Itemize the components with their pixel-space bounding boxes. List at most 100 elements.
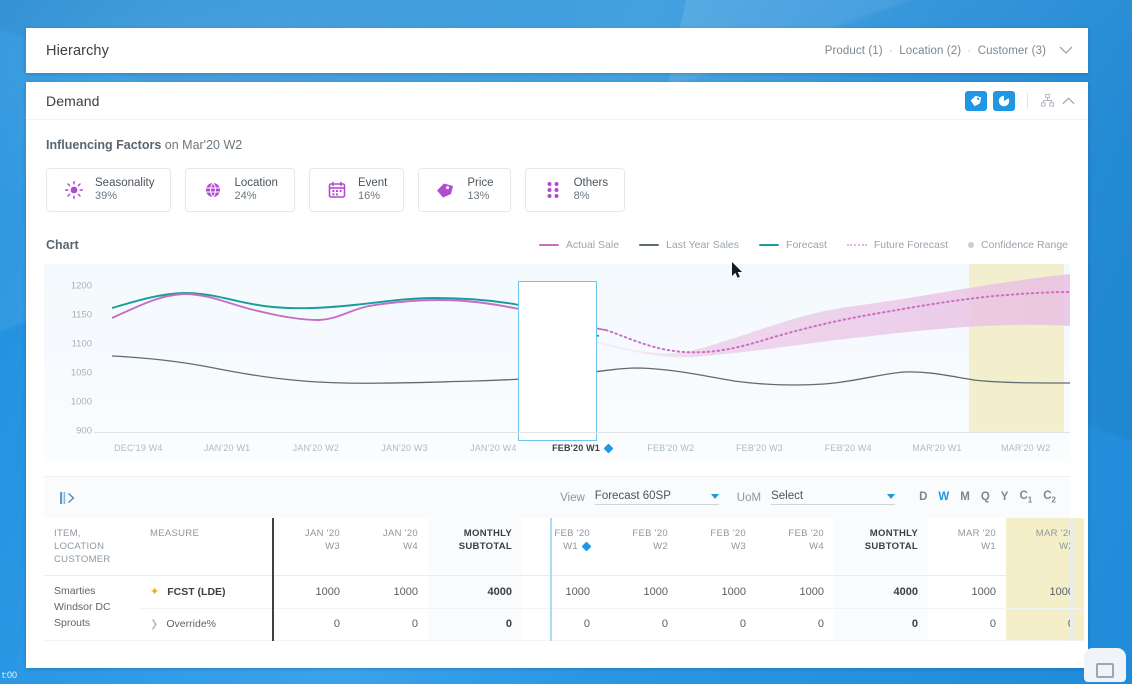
influencing-factors-section: Influencing Factors on Mar'20 W2 Seasona…	[26, 120, 1088, 212]
table-row[interactable]: Smarties Windsor DC Sprouts ✦ FCST (LDE)…	[44, 575, 1084, 641]
table-row[interactable]: ❯ Override% 0 0 0 0 0 0 0 0 0 0	[44, 608, 1084, 641]
cell-override-feb20-w2[interactable]: 0	[600, 608, 678, 641]
x-tick-dec19-w4[interactable]: DEC'19 W4	[94, 443, 183, 453]
column-header-feb20-w4[interactable]: FEB '20 W4	[756, 518, 834, 577]
column-header-monthly-subtotal-feb[interactable]: MONTHLY SUBTOTAL	[834, 518, 928, 577]
hierarchy-tree-icon[interactable]	[1040, 93, 1055, 108]
x-tick-feb20-w3[interactable]: FEB'20 W3	[715, 443, 804, 453]
view-select[interactable]: Forecast 60SP	[594, 490, 719, 505]
column-header-feb20-w1[interactable]: FEB '20 W1	[522, 518, 600, 577]
factor-card-location[interactable]: Location 24%	[185, 168, 295, 212]
measure-cell-content: ❯ Override%	[150, 618, 262, 630]
granularity-week[interactable]: W	[938, 491, 949, 503]
x-tick-jan20-w4[interactable]: JAN'20 W4	[449, 443, 538, 453]
legend-item-actual-sale[interactable]: Actual Sale	[538, 239, 619, 251]
chevron-down-icon	[710, 493, 719, 499]
factor-card-price[interactable]: Price 13%	[418, 168, 511, 212]
legend-item-last-year-sales[interactable]: Last Year Sales	[639, 239, 739, 251]
column-header-measure[interactable]: MEASURE	[140, 518, 272, 577]
x-tick-jan20-w1[interactable]: JAN'20 W1	[183, 443, 272, 453]
breadcrumb[interactable]: Product (1) · Location (2) · Customer (3…	[825, 45, 1046, 57]
expand-right-icon[interactable]	[58, 490, 78, 506]
cell-fcst-feb20-w4[interactable]: 1000	[756, 575, 834, 609]
cell-fcst-subtotal-jan[interactable]: 4000	[428, 575, 522, 609]
granularity-custom-2[interactable]: C2	[1043, 490, 1056, 504]
uom-select-value: Select	[771, 490, 804, 502]
column-header-monthly-subtotal-jan[interactable]: MONTHLY SUBTOTAL	[428, 518, 522, 577]
cell-override-jan20-w3[interactable]: 0	[272, 608, 350, 641]
cell-fcst-jan20-w4[interactable]: 1000	[350, 575, 428, 609]
column-header-mar20-w1[interactable]: MAR '20 W1	[928, 518, 1006, 577]
uom-field: UoM Select	[737, 490, 896, 505]
legend-item-forecast[interactable]: Forecast	[759, 239, 827, 251]
cell-override-jan20-w4[interactable]: 0	[350, 608, 428, 641]
column-header-feb20-w2[interactable]: FEB '20 W2	[600, 518, 678, 577]
granularity-month[interactable]: M	[960, 491, 970, 503]
cell-fcst-feb20-w3[interactable]: 1000	[678, 575, 756, 609]
legend-label: Future Forecast	[873, 239, 949, 251]
factor-value: 8%	[573, 190, 590, 203]
calendar-icon	[326, 179, 348, 201]
granularity-custom-2-label: C	[1043, 490, 1052, 503]
influencing-factors-title: Influencing Factors on Mar'20 W2	[46, 138, 1068, 152]
cell-override-subtotal-feb[interactable]: 0	[834, 608, 928, 641]
granularity-year[interactable]: Y	[1001, 491, 1009, 503]
influencing-factors-period: on Mar'20 W2	[164, 138, 243, 152]
measure-label: Override%	[166, 618, 216, 631]
cell-override-feb20-w4[interactable]: 0	[756, 608, 834, 641]
factor-card-seasonality[interactable]: Seasonality 39%	[46, 168, 172, 212]
factor-text: Event 16%	[358, 176, 387, 204]
chevron-down-icon	[887, 493, 896, 499]
column-header-entity[interactable]: ITEM, LOCATION CUSTOMER	[44, 518, 140, 577]
legend-item-confidence-range[interactable]: Confidence Range	[968, 239, 1068, 251]
x-tick-mar20-w2[interactable]: MAR'20 W2	[981, 443, 1070, 453]
granularity-quarter[interactable]: Q	[981, 491, 990, 503]
factor-text: Price 13%	[467, 176, 493, 204]
breadcrumb-item-customer[interactable]: Customer (3)	[978, 45, 1046, 57]
measure-cell-override[interactable]: ❯ Override%	[140, 608, 272, 641]
measure-cell-fcst[interactable]: ✦ FCST (LDE)	[140, 575, 272, 609]
chart-plot-area[interactable]: 1200 1150 1100 1050 1000 900 DEC'19 W4 J…	[44, 262, 1071, 462]
hierarchy-right-group: Product (1) · Location (2) · Customer (3…	[825, 44, 1074, 57]
table-scrollbar[interactable]	[1070, 520, 1074, 641]
pie-chart-icon[interactable]	[993, 90, 1015, 111]
factor-card-others[interactable]: Others 8%	[524, 168, 626, 212]
view-label: View	[560, 491, 585, 504]
price-tag-icon[interactable]	[965, 90, 987, 111]
cell-override-subtotal-jan[interactable]: 0	[428, 608, 522, 641]
x-tick-feb20-w2[interactable]: FEB'20 W2	[626, 443, 715, 453]
table-freeze-line	[272, 518, 274, 641]
chevron-down-icon[interactable]	[1058, 44, 1074, 57]
chart-x-axis: DEC'19 W4 JAN'20 W1 JAN'20 W2 JAN'20 W3 …	[94, 432, 1070, 462]
x-tick-jan20-w2[interactable]: JAN'20 W2	[271, 443, 360, 453]
x-tick-feb20-w4[interactable]: FEB'20 W4	[804, 443, 893, 453]
factor-text: Others 8%	[574, 176, 609, 204]
factor-card-event[interactable]: Event 16%	[308, 168, 405, 212]
granularity-custom-1[interactable]: C1	[1019, 490, 1032, 504]
column-header-jan20-w3[interactable]: JAN '20 W3	[272, 518, 350, 577]
cell-override-feb20-w3[interactable]: 0	[678, 608, 756, 641]
column-header-jan20-w4[interactable]: JAN '20 W4	[350, 518, 428, 577]
legend-item-future-forecast[interactable]: Future Forecast	[846, 239, 949, 251]
uom-select[interactable]: Select	[771, 490, 896, 505]
x-tick-feb20-w1[interactable]: FEB'20 W1	[538, 443, 627, 454]
column-header-feb20-w3[interactable]: FEB '20 W3	[678, 518, 756, 577]
breadcrumb-item-location[interactable]: Location (2)	[899, 45, 961, 57]
taskbar-window-button[interactable]	[1084, 648, 1126, 682]
chevron-right-icon[interactable]: ❯	[150, 619, 158, 630]
cell-override-mar20-w1[interactable]: 0	[928, 608, 1006, 641]
demand-panel: Demand Influencing Factors on Mar'20 W2 …	[26, 82, 1088, 668]
cell-fcst-feb20-w2[interactable]: 1000	[600, 575, 678, 609]
entity-label: Smarties Windsor DC Sprouts	[54, 585, 111, 629]
cell-fcst-subtotal-feb[interactable]: 4000	[834, 575, 928, 609]
breadcrumb-item-product[interactable]: Product (1)	[825, 45, 883, 57]
chevron-up-icon[interactable]	[1061, 96, 1076, 106]
cell-fcst-feb20-w1[interactable]: 1000	[522, 575, 600, 609]
chart-svg	[111, 274, 1071, 386]
cell-override-feb20-w1[interactable]: 0	[522, 608, 600, 641]
x-tick-mar20-w1[interactable]: MAR'20 W1	[893, 443, 982, 453]
granularity-day[interactable]: D	[919, 491, 927, 503]
x-tick-jan20-w3[interactable]: JAN'20 W3	[360, 443, 449, 453]
cell-fcst-jan20-w3[interactable]: 1000	[272, 575, 350, 609]
cell-fcst-mar20-w1[interactable]: 1000	[928, 575, 1006, 609]
